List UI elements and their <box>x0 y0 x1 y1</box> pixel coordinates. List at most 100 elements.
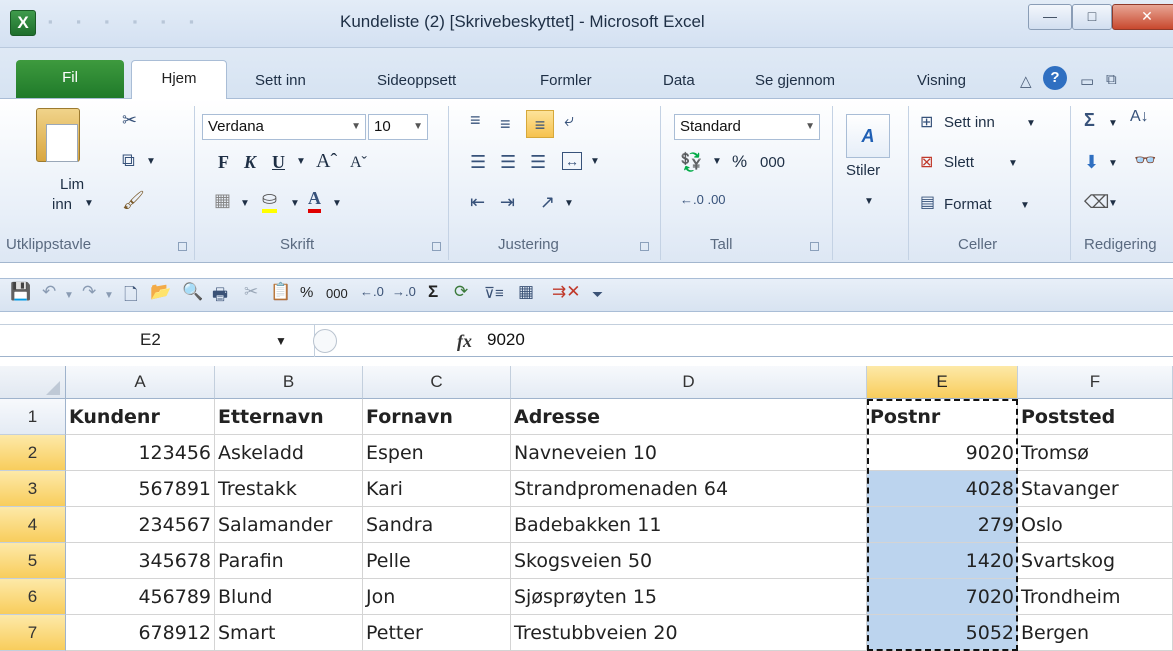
paste-dropdown-icon[interactable]: ▼ <box>84 198 94 209</box>
align-right-icon[interactable]: ☰ <box>530 152 546 173</box>
row-header-5[interactable]: 5 <box>0 543 66 579</box>
align-left-icon[interactable]: ☰ <box>470 152 486 173</box>
row-header-3[interactable]: 3 <box>0 471 66 507</box>
decrease-decimal-toolbar-icon[interactable]: →.0 <box>392 284 416 299</box>
autosum-toolbar-icon[interactable]: Σ <box>428 282 438 302</box>
italic-button[interactable]: K <box>244 152 256 173</box>
format-cells-button[interactable]: Format <box>944 196 992 213</box>
cell-kundenr[interactable]: 345678 <box>66 543 215 579</box>
print-preview-icon[interactable]: 🔍 <box>182 282 203 302</box>
grow-font-icon[interactable]: Aˆ <box>316 150 337 173</box>
restore-workbook-icon[interactable]: ⧉ <box>1106 71 1117 88</box>
increase-indent-icon[interactable]: ⇥ <box>500 192 515 213</box>
insert-dropdown-icon[interactable]: ▼ <box>1026 118 1036 129</box>
delete-column-icon[interactable]: ⇉✕ <box>552 282 581 302</box>
name-box-dropdown-icon[interactable]: ▼ <box>275 325 287 357</box>
find-select-icon[interactable]: 👓 <box>1134 150 1156 171</box>
font-name-box[interactable]: Verdana ▼ <box>202 114 366 140</box>
format-cells-icon[interactable]: ▤ <box>920 192 935 212</box>
cell-postnr[interactable]: 4028 <box>867 471 1018 507</box>
print-icon[interactable]: 🖶 <box>212 282 228 311</box>
cell-kundenr[interactable]: 456789 <box>66 579 215 615</box>
tab-review[interactable]: Se gjennom <box>755 72 835 98</box>
column-header-c[interactable]: C <box>363 366 511 399</box>
copy-dropdown-icon[interactable]: ▼ <box>146 156 156 167</box>
font-name-dropdown-icon[interactable]: ▼ <box>351 115 361 139</box>
name-box[interactable]: E2 ▼ <box>0 324 315 357</box>
font-size-dropdown-icon[interactable]: ▼ <box>413 115 423 139</box>
borders-dropdown-icon[interactable]: ▼ <box>240 198 250 209</box>
alignment-dialog-launcher[interactable] <box>640 242 649 251</box>
copy-icon[interactable]: ⧉ <box>122 150 135 171</box>
header-cell-postnr[interactable]: Postnr <box>867 399 1018 435</box>
number-format-box[interactable]: Standard ▼ <box>674 114 820 140</box>
cell-adresse[interactable]: Badebakken 11 <box>511 507 867 543</box>
cell-poststed[interactable]: Stavanger <box>1018 471 1173 507</box>
align-middle-icon[interactable]: ≡ <box>500 114 511 135</box>
row-header-4[interactable]: 4 <box>0 507 66 543</box>
row-header-1[interactable]: 1 <box>0 399 66 435</box>
format-painter-icon[interactable]: 🖌 <box>122 190 145 211</box>
formula-input[interactable]: 9020 <box>487 330 525 350</box>
currency-icon[interactable]: 💱 <box>680 152 702 173</box>
autosum-dropdown-icon[interactable]: ▼ <box>1108 118 1118 129</box>
paste-values-icon[interactable]: 📋 <box>270 282 291 302</box>
cell-etternavn[interactable]: Smart <box>215 615 363 651</box>
cell-fornavn[interactable]: Pelle <box>363 543 511 579</box>
align-center-icon[interactable]: ☰ <box>500 152 516 173</box>
cell-poststed[interactable]: Tromsø <box>1018 435 1173 471</box>
insert-cells-button[interactable]: Sett inn <box>944 114 995 131</box>
cell-poststed[interactable]: Trondheim <box>1018 579 1173 615</box>
cell-fornavn[interactable]: Jon <box>363 579 511 615</box>
decrease-indent-icon[interactable]: ⇤ <box>470 192 485 213</box>
minimize-workbook-icon[interactable]: ▭ <box>1080 72 1094 90</box>
delete-dropdown-icon[interactable]: ▼ <box>1008 158 1018 169</box>
tab-formulas[interactable]: Formler <box>540 72 592 98</box>
fill-dropdown-icon[interactable]: ▼ <box>1108 158 1118 169</box>
tab-page-layout[interactable]: Sideoppsett <box>377 72 456 98</box>
percent-icon[interactable]: % <box>300 284 313 301</box>
header-cell-adresse[interactable]: Adresse <box>511 399 867 435</box>
percent-style-button[interactable]: % <box>732 152 747 172</box>
cell-etternavn[interactable]: Salamander <box>215 507 363 543</box>
tab-home[interactable]: Hjem <box>131 60 227 99</box>
freeze-panes-icon[interactable]: ▦ <box>518 282 534 302</box>
tab-data[interactable]: Data <box>663 72 695 98</box>
cell-adresse[interactable]: Strandpromenaden 64 <box>511 471 867 507</box>
undo-icon[interactable]: ↶ <box>42 282 56 302</box>
cell-adresse[interactable]: Skogsveien 50 <box>511 543 867 579</box>
redo-icon[interactable]: ↷ <box>82 282 96 302</box>
delete-cells-icon[interactable]: ⊠ <box>920 152 933 172</box>
increase-decimal-icon[interactable]: ←.0 .00 <box>680 192 726 207</box>
header-cell-poststed[interactable]: Poststed <box>1018 399 1173 435</box>
column-header-a[interactable]: A <box>66 366 215 399</box>
cell-fornavn[interactable]: Kari <box>363 471 511 507</box>
comma-style-button[interactable]: 000 <box>760 154 785 171</box>
header-cell-fornavn[interactable]: Fornavn <box>363 399 511 435</box>
row-header-7[interactable]: 7 <box>0 615 66 651</box>
align-top-icon[interactable]: ≡ <box>470 110 481 131</box>
font-color-icon[interactable]: A <box>308 188 321 213</box>
tab-view[interactable]: Visning <box>917 72 966 98</box>
filter-icon[interactable]: ⊽≡ <box>484 284 504 302</box>
delete-cells-button[interactable]: Slett <box>944 154 974 171</box>
underline-button[interactable]: U <box>272 152 285 173</box>
minimize-window-button[interactable]: — <box>1028 4 1072 30</box>
styles-icon[interactable]: A <box>846 114 890 158</box>
cell-postnr[interactable]: 279 <box>867 507 1018 543</box>
font-color-dropdown-icon[interactable]: ▼ <box>332 198 342 209</box>
row-header-2[interactable]: 2 <box>0 435 66 471</box>
fill-color-dropdown-icon[interactable]: ▼ <box>290 198 300 209</box>
clear-dropdown-icon[interactable]: ▼ <box>1108 198 1118 209</box>
number-dialog-launcher[interactable] <box>810 242 819 251</box>
merge-dropdown-icon[interactable]: ▼ <box>590 156 600 167</box>
insert-function-icon[interactable]: fx <box>457 331 472 352</box>
format-dropdown-icon[interactable]: ▼ <box>1020 200 1030 211</box>
cell-adresse[interactable]: Navneveien 10 <box>511 435 867 471</box>
column-header-b[interactable]: B <box>215 366 363 399</box>
font-size-box[interactable]: 10 ▼ <box>368 114 428 140</box>
collapse-ribbon-icon[interactable]: △ <box>1020 72 1032 90</box>
fill-color-icon[interactable]: ⛀ <box>262 188 278 213</box>
styles-label[interactable]: Stiler <box>846 162 880 179</box>
bold-button[interactable]: F <box>218 152 229 173</box>
